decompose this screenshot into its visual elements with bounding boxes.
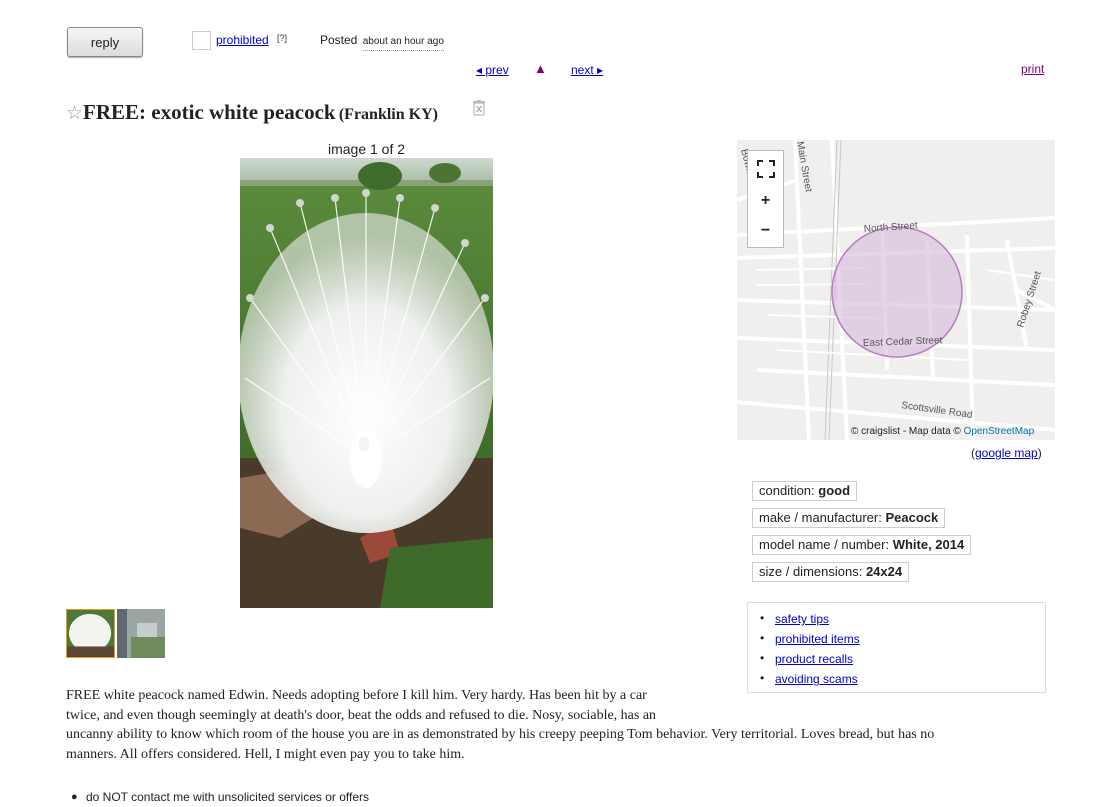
posted-label: Posted: [320, 33, 358, 47]
attr-label: size / dimensions:: [759, 564, 863, 579]
body-line: manners. All offers considered. Hell, I …: [66, 746, 465, 762]
image-counter: image 1 of 2: [327, 141, 406, 157]
posted-info: Posted about an hour ago: [320, 33, 444, 51]
attr-size: size / dimensions: 24x24: [752, 562, 910, 582]
location-map[interactable]: North Street East Cedar Street Scottsvil…: [737, 140, 1055, 440]
thumbnail-1[interactable]: [66, 609, 115, 658]
favorite-star-icon[interactable]: ☆: [66, 103, 83, 124]
map-attribution: © craigslist - Map data © OpenStreetMap: [851, 426, 1034, 437]
attr-label: model name / number:: [759, 537, 890, 552]
prev-link[interactable]: ◂ prev: [476, 63, 509, 77]
posting-location: (Franklin KY): [338, 106, 438, 123]
contact-notice: do NOT contact me with unsolicited servi…: [86, 790, 370, 804]
google-map-link-wrap: (google map): [971, 446, 1042, 460]
avoiding-scams-link[interactable]: avoiding scams: [775, 672, 858, 686]
up-arrow-icon[interactable]: ▲: [534, 61, 547, 76]
attr-value: good: [818, 483, 851, 498]
body-line: FREE white peacock named Edwin. Needs ad…: [66, 688, 647, 703]
flag-prohibited-link[interactable]: prohibited: [216, 33, 269, 47]
main-image[interactable]: [240, 158, 493, 608]
paren-close: ): [1037, 446, 1042, 460]
print-link[interactable]: print: [1021, 62, 1044, 76]
zoom-out-button[interactable]: −: [748, 217, 783, 245]
hide-posting-icon[interactable]: [472, 100, 486, 116]
google-map-link[interactable]: google map: [975, 446, 1038, 460]
attr-manufacturer: make / manufacturer: Peacock: [752, 508, 946, 528]
notice-item: prohibited items: [760, 631, 860, 646]
product-recalls-link[interactable]: product recalls: [775, 652, 853, 666]
openstreetmap-link[interactable]: OpenStreetMap: [964, 426, 1035, 437]
attr-label: condition:: [759, 483, 815, 498]
notice-item: safety tips: [760, 611, 829, 626]
zoom-in-button[interactable]: +: [748, 187, 783, 215]
body-line: twice, and even though seemingly at deat…: [66, 707, 657, 723]
attr-value: Peacock: [885, 510, 939, 525]
notice-item: product recalls: [760, 651, 853, 666]
flag-help-link[interactable]: [?]: [277, 33, 287, 43]
safety-tips-link[interactable]: safety tips: [775, 612, 829, 626]
map-controls: + −: [747, 150, 784, 248]
attr-value: 24x24: [865, 564, 903, 579]
posted-time: about an hour ago: [362, 36, 444, 51]
notice-item: avoiding scams: [760, 671, 858, 686]
attr-model: model name / number: White, 2014: [752, 535, 972, 555]
posting-title: FREE: exotic white peacock: [83, 100, 336, 124]
attr-value: White, 2014: [892, 537, 965, 552]
prohibited-items-link[interactable]: prohibited items: [775, 632, 860, 646]
posting-body: FREE white peacock named Edwin. Needs ad…: [66, 686, 1001, 764]
fullscreen-icon[interactable]: [748, 155, 783, 183]
body-line: uncanny ability to know which room of th…: [66, 727, 935, 742]
attr-condition: condition: good: [752, 481, 858, 501]
next-link[interactable]: next ▸: [571, 63, 603, 77]
page-title: ☆FREE: exotic white peacock (Franklin KY…: [66, 100, 438, 125]
flag-checkbox[interactable]: [192, 31, 211, 50]
attr-label: make / manufacturer:: [759, 510, 882, 525]
thumbnail-2[interactable]: [117, 609, 165, 658]
map-attribution-text: © craigslist - Map data ©: [851, 426, 961, 437]
notices-box: safety tips prohibited items product rec…: [747, 602, 1046, 693]
bullet-icon: ●: [71, 791, 78, 803]
reply-button[interactable]: reply: [67, 27, 143, 57]
